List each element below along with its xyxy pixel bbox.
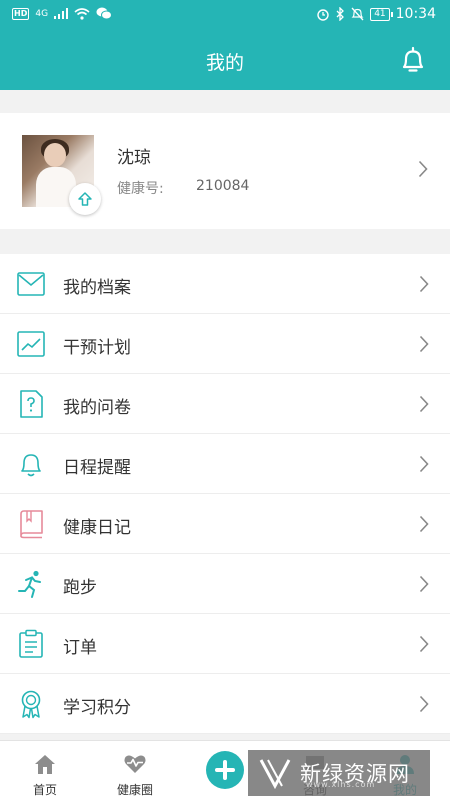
hd-badge: HD — [12, 7, 30, 20]
profile-card[interactable]: 沈琼 健康号: 210084 — [0, 113, 450, 229]
status-left: HD 4G — [12, 7, 113, 20]
bluetooth-icon — [336, 7, 345, 21]
header-bar: HD 4G 41 10:34 我的 — [0, 0, 450, 90]
menu-item-archive[interactable]: 我的档案 — [0, 254, 450, 314]
watermark-url: www.xlhs.com — [306, 780, 376, 789]
status-time: 10:34 — [395, 6, 436, 22]
runner-icon — [18, 570, 41, 598]
envelope-icon — [17, 272, 45, 296]
chevron-right-icon — [419, 635, 429, 653]
menu-item-label: 我的问卷 — [63, 398, 131, 418]
tab-health-circle[interactable]: 健康圈 — [90, 741, 180, 800]
avatar-face — [44, 143, 66, 167]
page-title: 我的 — [205, 52, 244, 74]
watermark-logo-icon — [259, 759, 291, 790]
menu-item-questionnaire[interactable]: 我的问卷 — [0, 374, 450, 434]
menu-item-plan[interactable]: 干预计划 — [0, 314, 450, 374]
bell-icon — [21, 454, 41, 477]
wechat-icon — [96, 7, 113, 20]
battery-indicator: 41 — [370, 7, 394, 21]
alarm-icon — [317, 9, 329, 21]
menu-item-label: 健康日记 — [63, 518, 131, 538]
menu-item-diary[interactable]: 健康日记 — [0, 494, 450, 554]
questionnaire-icon — [20, 390, 43, 418]
clipboard-icon — [19, 629, 43, 658]
menu-item-label: 干预计划 — [63, 338, 131, 358]
chevron-right-icon — [419, 335, 429, 353]
tab-home[interactable]: 首页 — [0, 741, 90, 800]
menu-item-reminder[interactable]: 日程提醒 — [0, 434, 450, 494]
chevron-right-icon — [419, 275, 429, 293]
menu-item-label: 订单 — [63, 638, 97, 658]
chevron-right-icon — [419, 455, 429, 473]
profile-name: 沈琼 — [117, 148, 151, 168]
tab-label: 健康圈 — [116, 783, 153, 797]
menu-item-orders[interactable]: 订单 — [0, 614, 450, 674]
network-label: 4G — [35, 8, 49, 19]
menu-item-label: 跑步 — [63, 578, 97, 598]
home-icon — [35, 755, 55, 774]
book-icon — [20, 510, 43, 539]
menu-item-label: 学习积分 — [63, 698, 131, 718]
chevron-right-icon — [419, 575, 429, 593]
chevron-right-icon — [419, 515, 429, 533]
trend-chart-icon — [17, 331, 45, 357]
watermark: 新绿资源网 www.xlhs.com — [248, 750, 430, 796]
menu-item-label: 日程提醒 — [63, 458, 131, 478]
menu-list: 我的档案 干预计划 我的问卷 日程提醒 健康日记 跑步 订单 学习积分 — [0, 254, 450, 734]
avatar-upload-button[interactable] — [69, 183, 101, 215]
menu-item-label: 我的档案 — [63, 278, 131, 298]
signal-icon — [54, 8, 69, 19]
tab-label: 首页 — [32, 783, 57, 797]
chevron-right-icon — [419, 695, 429, 713]
chevron-right-icon — [418, 160, 428, 178]
status-bar: HD 4G 41 10:34 — [0, 0, 450, 32]
health-number-value: 210084 — [196, 178, 250, 194]
mute-icon — [351, 7, 364, 21]
chevron-right-icon — [419, 395, 429, 413]
health-number-label: 健康号: — [117, 181, 164, 197]
upload-arrow-icon — [78, 192, 92, 206]
menu-item-points[interactable]: 学习积分 — [0, 674, 450, 734]
status-right: 41 10:34 — [316, 6, 436, 22]
wifi-icon — [74, 7, 90, 20]
menu-item-running[interactable]: 跑步 — [0, 554, 450, 614]
award-ribbon-icon — [21, 690, 41, 719]
notification-bell-icon[interactable] — [399, 46, 427, 74]
add-button[interactable] — [206, 751, 244, 789]
heart-pulse-icon — [124, 755, 146, 773]
